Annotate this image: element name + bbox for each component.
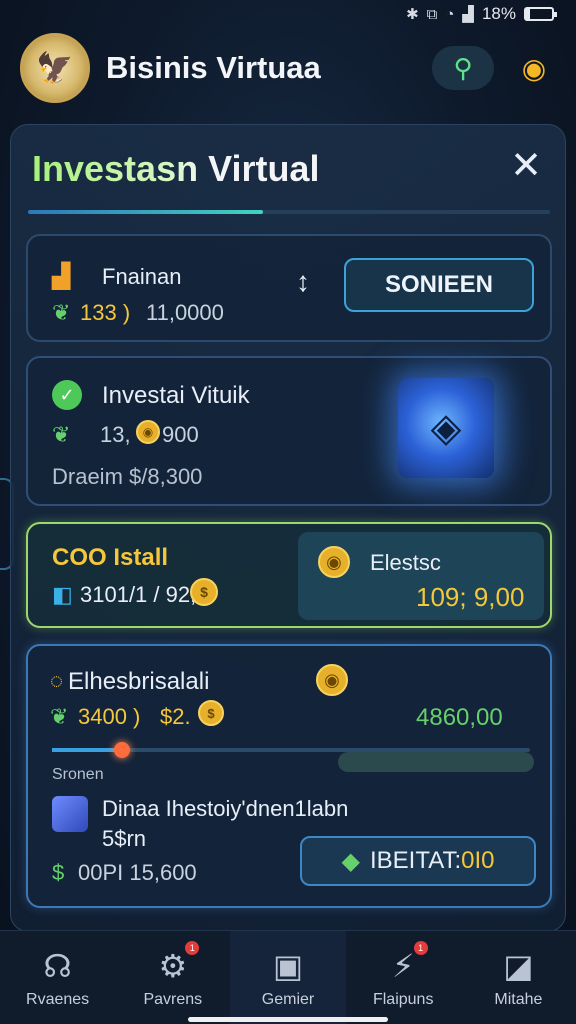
chart-icon: ◪ <box>503 947 534 984</box>
card-investai[interactable]: ✓ Investai Vituik ❦ 13, ◉ 900 Draeim $/8… <box>26 356 552 506</box>
soniieen-button[interactable]: SONIEEN <box>344 258 534 312</box>
panel-progress-fill <box>28 210 263 214</box>
nav-flaipuns[interactable]: 1 ⚡ Flaipuns <box>346 931 461 1024</box>
nav-pavrens[interactable]: 1 ⚙ Pavrens <box>115 931 230 1024</box>
search-icon: ⚲ <box>453 52 473 83</box>
card4-value-green: 3400 ) <box>78 704 141 729</box>
beitat-button[interactable]: ◆ IBEITAT: 0I0 <box>300 836 536 886</box>
battery-icon <box>524 7 557 21</box>
sort-arrow-icon[interactable]: ↕ <box>296 266 310 298</box>
elestsc-panel[interactable]: ◉ Elestsc 109; 9,00 <box>298 532 544 620</box>
eye-icon: ◉ <box>521 52 547 84</box>
slider-label: Sronen <box>52 766 104 783</box>
nav-gemier[interactable]: ▣ Gemier <box>230 931 346 1024</box>
card2-amount: 13, <box>100 422 131 447</box>
coin-icon: ◉ <box>316 664 348 696</box>
card2-footer: Draeim $/8,300 <box>52 464 203 489</box>
card4-right-value: 4860,00 <box>416 704 503 731</box>
leaf-icon: ❦ <box>52 422 71 447</box>
coin-stack-icon: $ <box>190 578 218 606</box>
app-bar: 🦅 Bisinis Virtuaa ⚲ ◉ <box>0 28 576 108</box>
card2-title: Investai Vituik <box>102 382 250 409</box>
nav-label: Flaipuns <box>372 990 434 1008</box>
dollar-icon: $ <box>52 860 65 885</box>
eye-button[interactable]: ◉ <box>512 46 556 90</box>
building-icon: ▣ <box>272 947 304 984</box>
cube-icon <box>52 796 88 832</box>
vault-cube-icon: ◈ <box>398 378 494 478</box>
nav-label: Mitahe <box>494 990 543 1008</box>
app-title: Bisinis Virtuaa <box>106 50 321 85</box>
notification-badge: 1 <box>185 941 200 955</box>
card3-title: COO Istall <box>52 544 169 571</box>
card3-right-value: 109; 9,00 <box>416 582 525 612</box>
beitat-accent: 0I0 <box>461 847 495 874</box>
search-button[interactable]: ⚲ <box>432 46 494 90</box>
nav-label: Pavrens <box>143 990 203 1008</box>
leaf-icon: ❦ <box>52 300 71 325</box>
nav-rvaenes[interactable]: ☊ Rvaenes <box>0 931 115 1024</box>
card1-value: 11,0000 <box>146 300 224 325</box>
app-logo: 🦅 <box>20 33 90 103</box>
card-fnainan[interactable]: ▟ Fnainan ❦ 133 ) 11,0000 ↕ SONIEEN <box>26 234 552 342</box>
battery-percentage: 18% <box>481 4 516 23</box>
wifi-icon: ◔ <box>445 5 455 23</box>
home-indicator <box>188 1017 388 1022</box>
card4-title: Elhesbrisalali <box>68 668 210 695</box>
card1-label: Fnainan <box>102 264 182 289</box>
close-button[interactable]: ✕ <box>506 146 546 186</box>
ring-icon: ◌ <box>50 668 64 693</box>
signal-icon: ▟ <box>462 6 474 23</box>
nav-label: Rvaenes <box>26 990 90 1008</box>
card-coo-install[interactable]: COO Istall ◧ 3101/1 / 92, $ ◉ Elestsc 10… <box>26 522 552 628</box>
card4-value-yellow: $2. <box>160 704 191 729</box>
status-bar: ✱ ⧉ ◔ ▟ 18% <box>0 0 576 28</box>
slider-knob[interactable] <box>114 742 130 758</box>
leaf-icon: ❦ <box>50 704 69 729</box>
card3-right-label: Elestsc <box>370 550 441 575</box>
gem-icon: ◆ <box>341 847 360 875</box>
card4-item-title: Dinaa Ihestoiy'dnen1labn <box>102 796 349 821</box>
bolt-icon: ⚡ <box>391 947 415 984</box>
notification-badge: 1 <box>413 941 428 955</box>
beitat-label: IBEITAT: <box>369 847 462 874</box>
card1-value-green: 133 ) <box>80 300 131 325</box>
bluetooth-icon: ✱ <box>406 6 419 23</box>
close-icon: ✕ <box>510 145 542 187</box>
coin-icon: ◉ <box>136 420 160 444</box>
card-elhesbrisalali[interactable]: ◌ Elhesbrisalali ◉ ❦ 3400 ) $2. $ 4860,0… <box>26 644 552 908</box>
headset-icon: ☊ <box>43 947 72 984</box>
coin-icon: ◉ <box>318 546 350 578</box>
panel-title: Investasn Virtual <box>32 148 320 189</box>
vibrate-icon: ⧉ <box>426 5 438 23</box>
chart-icon: ▟ <box>52 263 71 290</box>
panel-progress <box>28 210 550 214</box>
check-icon: ✓ <box>52 380 82 410</box>
cube-icon: ◧ <box>52 582 73 607</box>
bottom-navigation: ☊ Rvaenes 1 ⚙ Pavrens ▣ Gemier 1 ⚡ Flaip… <box>0 930 576 1024</box>
coin-stack-icon: $ <box>198 700 224 726</box>
nav-label: Gemier <box>261 990 315 1008</box>
card3-left-value: 3101/1 / 92, <box>80 582 197 607</box>
gear-icon: ⚙ <box>158 947 188 984</box>
card4-footer-value: 00PI 15,600 <box>78 860 197 885</box>
nav-mitahe[interactable]: ◪ Mitahe <box>461 931 576 1024</box>
card2-amount2: 900 <box>162 422 199 447</box>
slider-fill <box>52 748 122 752</box>
mini-progress <box>338 752 534 772</box>
card4-item-sub: 5$rn <box>102 826 147 851</box>
